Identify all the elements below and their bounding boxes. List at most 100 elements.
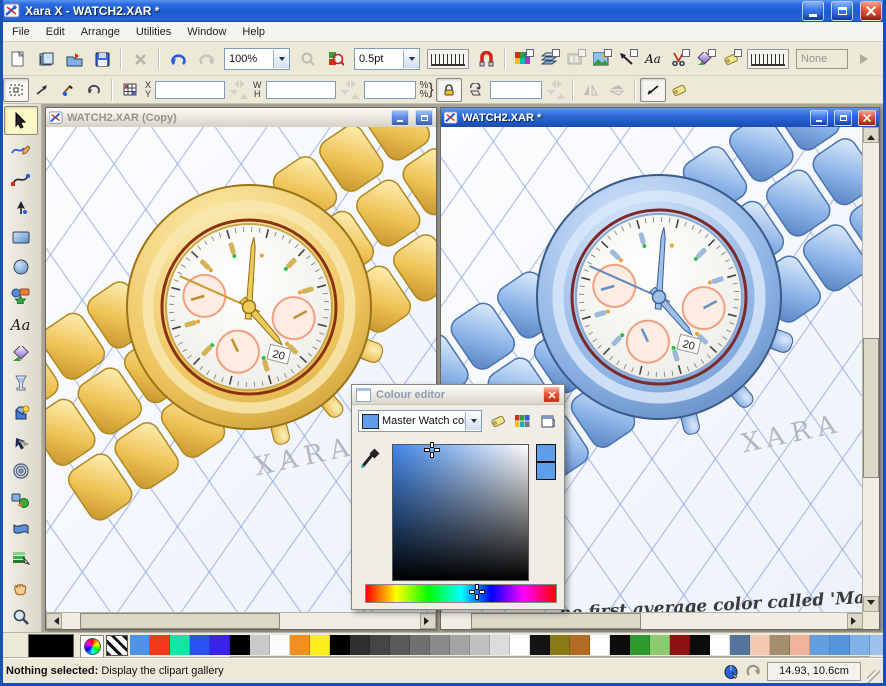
scroll-thumb[interactable]	[863, 338, 879, 478]
show-edit-handles-button[interactable]	[640, 78, 666, 102]
palette-swatch[interactable]	[750, 635, 770, 655]
minimize-button[interactable]	[802, 1, 824, 21]
mouse-indicator-icon[interactable]	[724, 663, 739, 679]
move-handle-button[interactable]	[29, 78, 55, 102]
show-colour-gallery-button[interactable]	[513, 411, 532, 431]
redo-indicator-icon[interactable]	[745, 663, 761, 679]
palette-swatch[interactable]	[870, 635, 886, 655]
layer-gallery-button[interactable]	[536, 47, 562, 71]
doc-restore-button[interactable]	[834, 110, 852, 126]
size-nudge-arrows[interactable]	[341, 80, 359, 99]
scroll-thumb[interactable]	[80, 613, 280, 629]
palette-swatch[interactable]	[290, 635, 310, 655]
rename-colour-button[interactable]	[488, 411, 507, 431]
select-bounds-button[interactable]	[3, 78, 29, 102]
palette-swatch[interactable]	[530, 635, 550, 655]
hue-crosshair[interactable]	[469, 584, 485, 600]
scroll-right-button[interactable]	[847, 613, 863, 629]
close-button[interactable]	[860, 1, 882, 21]
colour-picker-crosshair[interactable]	[424, 442, 440, 458]
palette-swatch[interactable]	[410, 635, 430, 655]
palette-swatch[interactable]	[170, 635, 190, 655]
quickshape-tool[interactable]	[4, 281, 38, 310]
size-field[interactable]	[266, 81, 336, 99]
previous-zoom-button[interactable]	[294, 46, 322, 72]
no-colour-swatch[interactable]	[106, 635, 128, 656]
line-width-combo[interactable]: 0.5pt	[354, 48, 420, 70]
shape-editor-tool[interactable]	[4, 164, 38, 193]
blend-tool[interactable]	[4, 486, 38, 515]
mould-tool[interactable]	[4, 515, 38, 544]
extra-options-button[interactable]	[539, 411, 558, 431]
palette-swatch[interactable]	[810, 635, 830, 655]
bevel-tool[interactable]	[4, 398, 38, 427]
zoom-to-drawing-button[interactable]	[322, 46, 350, 72]
shadow-tool[interactable]	[4, 427, 38, 456]
palette-swatch[interactable]	[470, 635, 490, 655]
scroll-thumb[interactable]	[471, 613, 641, 629]
colour-editor-launch-button[interactable]	[80, 635, 104, 658]
palette-swatch[interactable]	[610, 635, 630, 655]
delete-button[interactable]	[126, 46, 154, 72]
fill-interactive-button[interactable]	[55, 78, 81, 102]
palette-swatch[interactable]	[790, 635, 810, 655]
titlebar[interactable]: Xara X - WATCH2.XAR *	[0, 0, 886, 22]
palette-swatch[interactable]	[130, 635, 150, 655]
palette-swatch[interactable]	[830, 635, 850, 655]
palette-swatch[interactable]	[230, 635, 250, 655]
bitmap-gallery-button[interactable]	[588, 47, 614, 71]
fill-tool[interactable]	[4, 340, 38, 369]
snap-grid-button[interactable]	[117, 78, 143, 102]
angle-field[interactable]	[490, 81, 542, 99]
redo-button[interactable]	[192, 46, 220, 72]
skew-mode-button[interactable]	[462, 78, 488, 102]
doc-vscrollbar[interactable]	[862, 127, 879, 612]
rectangle-tool[interactable]	[4, 223, 38, 252]
scroll-left-button[interactable]	[46, 613, 62, 629]
fill-gallery-button[interactable]	[692, 47, 718, 71]
palette-swatch[interactable]	[730, 635, 750, 655]
menu-arrange[interactable]: Arrange	[73, 24, 128, 40]
menu-utilities[interactable]: Utilities	[128, 24, 179, 40]
hue-strip[interactable]	[365, 584, 557, 603]
save-button[interactable]	[88, 46, 116, 72]
doc-hscrollbar[interactable]	[441, 612, 863, 629]
palette-swatch[interactable]	[210, 635, 230, 655]
rotate-mode-button[interactable]	[81, 78, 107, 102]
colour-editor-titlebar[interactable]: Colour editor	[352, 385, 564, 405]
live-effects-tool[interactable]	[4, 544, 38, 573]
clipart-gallery-button[interactable]	[666, 47, 692, 71]
open-button[interactable]	[60, 46, 88, 72]
scroll-right-button[interactable]	[420, 613, 436, 629]
position-nudge-arrows[interactable]	[230, 80, 248, 99]
freehand-tool[interactable]	[4, 135, 38, 164]
name-gallery-button[interactable]	[718, 47, 744, 71]
apply-name-arrow-icon[interactable]	[860, 54, 868, 64]
push-tool[interactable]	[4, 574, 38, 603]
zoom-combo[interactable]: 100%	[224, 48, 290, 70]
scroll-up-button[interactable]	[863, 127, 879, 143]
colour-gallery-button[interactable]	[510, 47, 536, 71]
lock-aspect-button[interactable]	[436, 78, 462, 102]
palette-swatch[interactable]	[350, 635, 370, 655]
frame-gallery-button[interactable]	[562, 47, 588, 71]
doc-minimize-button[interactable]	[810, 110, 828, 126]
show-rulers-button[interactable]	[747, 49, 789, 69]
palette-swatch[interactable]	[570, 635, 590, 655]
line-width-combo-arrow[interactable]	[403, 50, 419, 68]
document-titlebar[interactable]: WATCH2.XAR *	[441, 108, 879, 127]
scroll-down-button[interactable]	[863, 596, 879, 612]
document-copy-titlebar[interactable]: WATCH2.XAR (Copy)	[46, 108, 436, 127]
palette-swatch[interactable]	[450, 635, 470, 655]
palette-swatch[interactable]	[370, 635, 390, 655]
resize-grip[interactable]	[867, 670, 880, 683]
text-tool[interactable]: Aa	[4, 311, 38, 340]
palette-swatch[interactable]	[250, 635, 270, 655]
angle-nudge-arrows[interactable]	[547, 80, 565, 99]
position-field[interactable]	[155, 81, 225, 99]
scale-field[interactable]	[364, 81, 416, 99]
transparency-tool[interactable]	[4, 369, 38, 398]
palette-swatch[interactable]	[310, 635, 330, 655]
palette-swatch[interactable]	[650, 635, 670, 655]
doc-copy-minimize-button[interactable]	[391, 110, 409, 126]
